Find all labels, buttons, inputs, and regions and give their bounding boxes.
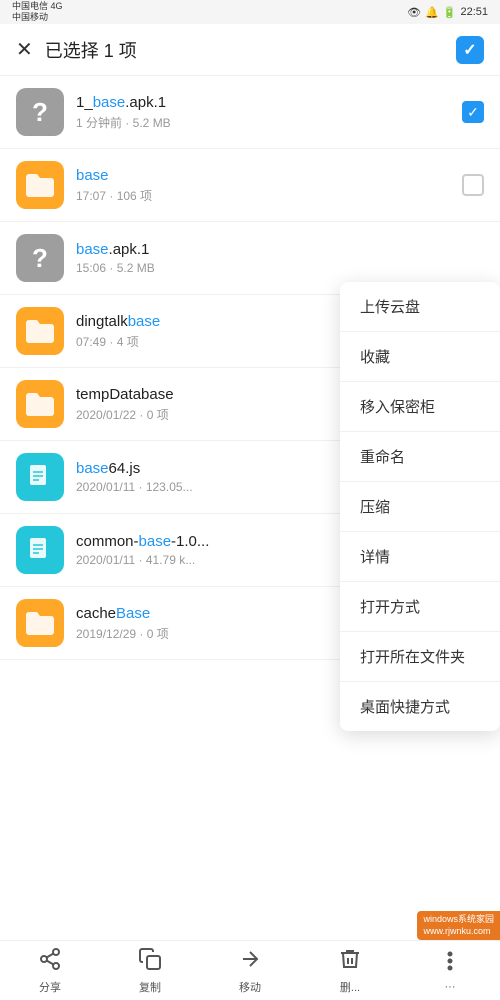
file-checkbox[interactable] <box>462 174 484 196</box>
file-name: base <box>76 167 454 184</box>
delete-label: 删... <box>340 979 360 995</box>
header: ✕ 已选择 1 项 <box>0 24 500 76</box>
share-button[interactable]: 分享 <box>0 947 100 995</box>
select-all-button[interactable] <box>456 36 484 64</box>
apk-icon: ? <box>16 88 64 136</box>
file-name: base.apk.1 <box>76 241 484 258</box>
file-meta: 17:07 · 106 项 <box>76 187 454 204</box>
file-checkbox[interactable]: ✓ <box>462 101 484 123</box>
list-item[interactable]: ? 1_base.apk.1 1 分钟前 · 5.2 MB ✓ <box>0 76 500 149</box>
close-button[interactable]: ✕ <box>16 37 33 62</box>
move-label: 移动 <box>239 979 261 995</box>
move-button[interactable]: 移动 <box>200 947 300 995</box>
share-icon <box>38 947 62 977</box>
share-label: 分享 <box>39 979 61 995</box>
header-title: 已选择 1 项 <box>45 37 456 63</box>
doc-icon <box>16 453 64 501</box>
menu-open-with[interactable]: 打开方式 <box>340 582 500 632</box>
status-bar: 中国电信 4G 中国移动 👁 🔔 🔋 22:51 <box>0 0 500 24</box>
menu-rename[interactable]: 重命名 <box>340 432 500 482</box>
list-item[interactable]: base 17:07 · 106 项 <box>0 149 500 222</box>
file-meta: 1 分钟前 · 5.2 MB <box>76 114 454 131</box>
folder-icon <box>16 599 64 647</box>
watermark: windows系统家园 www.rjwnku.com <box>417 911 500 940</box>
more-label: ··· <box>445 981 456 993</box>
folder-icon <box>16 380 64 428</box>
folder-icon <box>16 161 64 209</box>
file-meta: 15:06 · 5.2 MB <box>76 261 484 275</box>
more-button[interactable]: ··· <box>400 949 500 993</box>
menu-open-folder[interactable]: 打开所在文件夹 <box>340 632 500 682</box>
more-icon <box>438 949 462 979</box>
menu-shortcut[interactable]: 桌面快捷方式 <box>340 682 500 731</box>
move-icon <box>238 947 262 977</box>
delete-icon <box>338 947 362 977</box>
folder-icon <box>16 307 64 355</box>
bell-icon: 🔔 <box>425 6 439 19</box>
copy-icon <box>138 947 162 977</box>
status-right: 👁 🔔 🔋 22:51 <box>407 6 488 19</box>
delete-button[interactable]: 删... <box>300 947 400 995</box>
list-item[interactable]: ? base.apk.1 15:06 · 5.2 MB 上传云盘 收藏 移入保密… <box>0 222 500 295</box>
copy-button[interactable]: 复制 <box>100 947 200 995</box>
eye-icon: 👁 <box>407 6 421 19</box>
menu-compress[interactable]: 压缩 <box>340 482 500 532</box>
file-info: base 17:07 · 106 项 <box>76 167 454 204</box>
menu-details[interactable]: 详情 <box>340 532 500 582</box>
carrier-info: 中国电信 4G 中国移动 <box>12 1 63 23</box>
doc-icon <box>16 526 64 574</box>
file-name: 1_base.apk.1 <box>76 94 454 111</box>
menu-vault[interactable]: 移入保密柜 <box>340 382 500 432</box>
time: 22:51 <box>460 6 488 18</box>
apk-icon: ? <box>16 234 64 282</box>
file-list: ? 1_base.apk.1 1 分钟前 · 5.2 MB ✓ base 17:… <box>0 76 500 720</box>
file-info: base.apk.1 15:06 · 5.2 MB <box>76 241 484 275</box>
menu-favorite[interactable]: 收藏 <box>340 332 500 382</box>
context-menu: 上传云盘 收藏 移入保密柜 重命名 压缩 详情 打开方式 打开所在文件夹 桌面快… <box>340 282 500 731</box>
bottom-toolbar: 分享 复制 移动 删... ··· <box>0 940 500 1000</box>
file-info: 1_base.apk.1 1 分钟前 · 5.2 MB <box>76 94 454 131</box>
copy-label: 复制 <box>139 979 161 995</box>
battery-icon: 🔋 <box>443 6 457 19</box>
menu-upload-cloud[interactable]: 上传云盘 <box>340 282 500 332</box>
